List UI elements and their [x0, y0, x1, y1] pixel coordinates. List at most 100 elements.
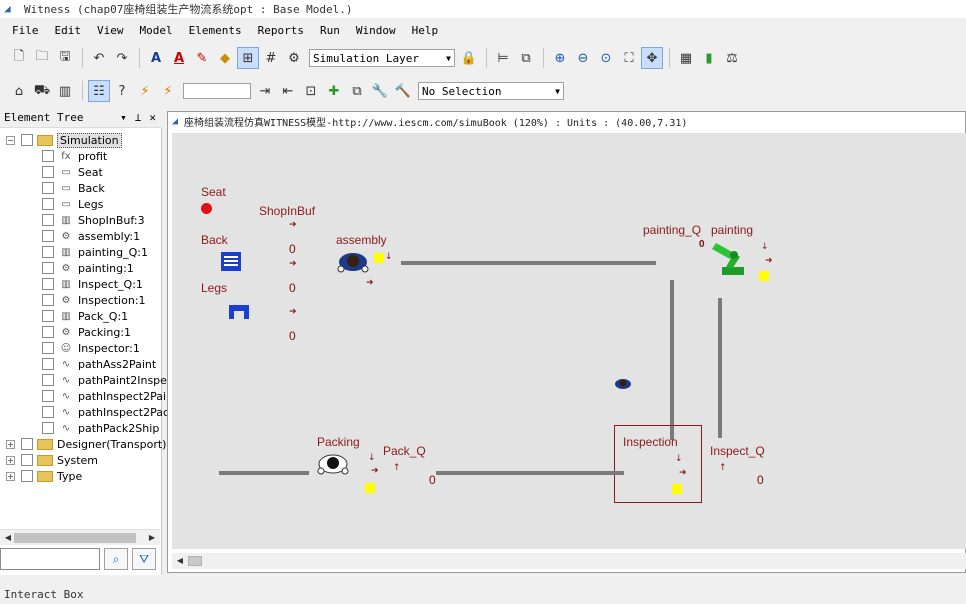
visibility-checkbox[interactable]	[42, 230, 54, 242]
action-icon[interactable]: ⚡	[134, 80, 156, 102]
back-part-icon[interactable]	[221, 252, 241, 271]
menu-elements[interactable]: Elements	[181, 24, 250, 37]
home-icon[interactable]: ⌂	[8, 80, 30, 102]
duplicate-icon[interactable]: ⧉	[346, 80, 368, 102]
layer-select[interactable]: Simulation Layer ▼	[309, 49, 455, 67]
help-icon[interactable]: ?	[111, 80, 133, 102]
tree-item-simulation[interactable]: − Simulation	[6, 132, 122, 148]
enter-icon[interactable]: ⇥	[254, 80, 276, 102]
tree-item-painting-1[interactable]: ⚙ painting:1	[42, 260, 134, 276]
path-pack2ship[interactable]	[219, 471, 309, 475]
visibility-checkbox[interactable]	[42, 390, 54, 402]
new-element-icon[interactable]: ✚	[323, 80, 345, 102]
fit-window-icon[interactable]: ⛶	[618, 47, 640, 69]
tree-item-inspector-1[interactable]: ☺ Inspector:1	[42, 340, 140, 356]
menu-window[interactable]: Window	[348, 24, 404, 37]
legs-part-icon[interactable]	[229, 305, 249, 319]
visibility-checkbox[interactable]	[42, 358, 54, 370]
menu-edit[interactable]: Edit	[47, 24, 90, 37]
tree-search-input[interactable]	[0, 548, 100, 570]
tree-item-back[interactable]: ▭ Back	[42, 180, 105, 196]
tree-item-pack-q-1[interactable]: ▥ Pack_Q:1	[42, 308, 128, 324]
zoom-reset-icon[interactable]: ⊙	[595, 47, 617, 69]
tool-icon[interactable]: 🔨	[392, 80, 414, 102]
pan-tool-icon[interactable]: ✥	[641, 47, 663, 69]
font-color-icon[interactable]: A	[168, 47, 190, 69]
font-size-icon[interactable]: A	[145, 47, 167, 69]
zoom-out-icon[interactable]: ⊖	[572, 47, 594, 69]
chart-icon[interactable]: ▮	[698, 47, 720, 69]
path-paint2inspect[interactable]	[670, 280, 674, 440]
binoculars-icon[interactable]: ⌕	[104, 548, 128, 570]
visibility-checkbox[interactable]	[42, 326, 54, 338]
path-ass2paint[interactable]	[401, 261, 656, 265]
tree-item-inspection-1[interactable]: ⚙ Inspection:1	[42, 292, 146, 308]
visibility-checkbox[interactable]	[21, 454, 33, 466]
tree-item-inspect-q-1[interactable]: ▥ Inspect_Q:1	[42, 276, 143, 292]
path-inspect2paint[interactable]	[718, 298, 722, 438]
redo-icon[interactable]: ↷	[111, 47, 133, 69]
dropdown-icon[interactable]: ▾	[120, 111, 127, 124]
tree-item-pathinspect2pac[interactable]: ∿ pathInspect2Pac	[42, 404, 169, 420]
grid-icon[interactable]: #	[260, 47, 282, 69]
visibility-checkbox[interactable]	[42, 278, 54, 290]
group-icon[interactable]: ⧉	[515, 47, 537, 69]
visibility-checkbox[interactable]	[42, 310, 54, 322]
tree-item-pathpack2ship[interactable]: ∿ pathPack2Ship	[42, 420, 159, 436]
menu-view[interactable]: View	[89, 24, 132, 37]
visibility-checkbox[interactable]	[42, 422, 54, 434]
lock-icon[interactable]: 🔒	[458, 47, 480, 69]
menu-help[interactable]: Help	[404, 24, 447, 37]
visibility-checkbox[interactable]	[21, 438, 33, 450]
tree-item-type[interactable]: + Type	[6, 468, 82, 484]
visibility-checkbox[interactable]	[42, 182, 54, 194]
scroll-thumb[interactable]	[14, 533, 136, 543]
collapse-icon[interactable]: −	[6, 135, 15, 145]
seat-part-icon[interactable]	[201, 203, 212, 214]
visibility-checkbox[interactable]	[21, 470, 33, 482]
wrench-icon[interactable]: 🔧	[369, 80, 391, 102]
pin-icon[interactable]: ⊥	[135, 111, 142, 124]
selection-select[interactable]: No Selection ▼	[418, 82, 564, 100]
filter-icon[interactable]: ⛛	[132, 548, 156, 570]
visibility-checkbox[interactable]	[42, 294, 54, 306]
path-inspect2pack[interactable]	[436, 471, 624, 475]
detail-icon[interactable]: ⊡	[300, 80, 322, 102]
expand-icon[interactable]: +	[6, 471, 15, 481]
tree-item-packing-1[interactable]: ⚙ Packing:1	[42, 324, 131, 340]
exit-icon[interactable]: ⇤	[277, 80, 299, 102]
menu-model[interactable]: Model	[132, 24, 181, 37]
vehicle-icon[interactable]: ⛟	[31, 80, 53, 102]
fill-color-icon[interactable]: ◆	[214, 47, 236, 69]
close-icon[interactable]: ✕	[149, 111, 156, 124]
tree-item-pathass2paint[interactable]: ∿ pathAss2Paint	[42, 356, 156, 372]
line-color-icon[interactable]: ✎	[191, 47, 213, 69]
menu-reports[interactable]: Reports	[250, 24, 312, 37]
simulation-canvas[interactable]: Seat Back Legs ShopInBuf ➜ 0 ➜ 0 ➜ 0 ass…	[172, 133, 966, 549]
scroll-left-icon[interactable]: ◀	[2, 532, 14, 544]
new-model-icon[interactable]: 🗋	[8, 47, 30, 69]
report-icon[interactable]: ▦	[675, 47, 697, 69]
scroll-left-icon[interactable]: ◀	[174, 555, 186, 567]
tree-item-designer-transport-[interactable]: + Designer(Transport)	[6, 436, 166, 452]
snap-grid-icon[interactable]: ⊞	[237, 47, 259, 69]
tree-item-profit[interactable]: fx profit	[42, 148, 107, 164]
tree-item-shopinbuf-3[interactable]: ▥ ShopInBuf:3	[42, 212, 145, 228]
layout-horizontal-scrollbar[interactable]: ◀	[172, 553, 966, 569]
open-folder-icon[interactable]: 🗀	[31, 47, 53, 69]
visibility-checkbox[interactable]	[42, 150, 54, 162]
painting-robot-icon[interactable]	[710, 241, 746, 275]
scroll-thumb[interactable]	[188, 556, 202, 566]
menu-run[interactable]: Run	[312, 24, 348, 37]
visibility-checkbox[interactable]	[42, 262, 54, 274]
assembly-worker-icon[interactable]	[336, 249, 370, 275]
zoom-in-icon[interactable]: ⊕	[549, 47, 571, 69]
undo-icon[interactable]: ↶	[88, 47, 110, 69]
scroll-right-icon[interactable]: ▶	[146, 532, 158, 544]
element-list-icon[interactable]: ☷	[88, 80, 110, 102]
tree-item-pathpaint2inspec[interactable]: ∿ pathPaint2Inspec	[42, 372, 173, 388]
visibility-checkbox[interactable]	[42, 214, 54, 226]
packing-worker-icon[interactable]	[316, 451, 350, 477]
visibility-checkbox[interactable]	[42, 342, 54, 354]
visibility-checkbox[interactable]	[42, 406, 54, 418]
